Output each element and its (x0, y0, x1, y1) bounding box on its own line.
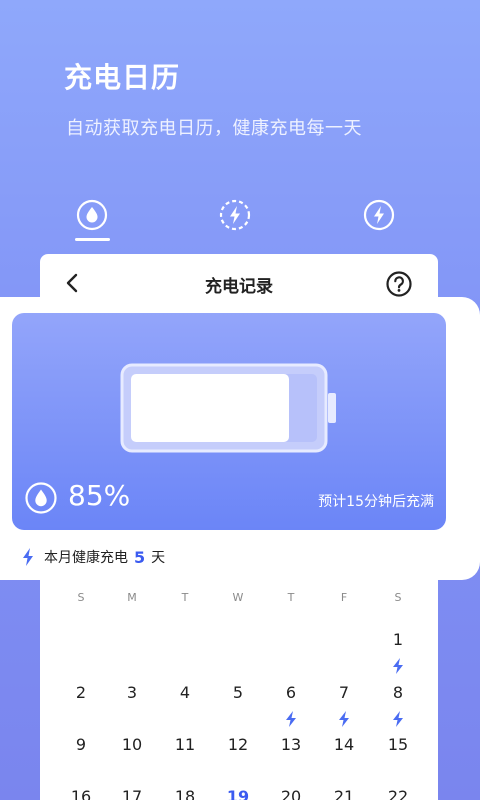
calendar-day[interactable]: 7 (324, 683, 364, 702)
healthy-count: 5 (134, 547, 146, 567)
healthy-prefix: 本月健康充电 (44, 550, 128, 566)
help-button[interactable] (385, 270, 413, 298)
calendar-day[interactable]: 3 (112, 683, 152, 702)
bolt-icon (23, 548, 33, 566)
calendar-day[interactable]: 14 (324, 735, 364, 754)
page-title: 充电日历 (64, 61, 181, 94)
battery-card: 85% 预计15分钟后充满 本月健康充电 5 天 (0, 297, 480, 580)
weekday-label: F (340, 591, 348, 604)
help-icon (386, 271, 412, 297)
page-subtitle: 自动获取充电日历，健康充电每一天 (66, 118, 362, 139)
calendar-week: 2 3 4 5 6 7 8 (40, 683, 438, 707)
weekday-header: S M T W T F S (40, 591, 438, 615)
weekday-label: T (181, 591, 189, 604)
weekday-label: W (232, 591, 244, 604)
battery-icon (120, 363, 340, 455)
calendar-day[interactable]: 9 (61, 735, 101, 754)
calendar-day[interactable]: 21 (324, 787, 364, 800)
weekday-label: S (77, 591, 85, 604)
active-tab-indicator (75, 238, 110, 241)
weekday-label: M (127, 591, 137, 604)
tab-bar (0, 198, 480, 246)
tab-drop[interactable] (75, 198, 109, 232)
charge-eta: 预计15分钟后充满 (318, 494, 434, 510)
weekday-label: S (394, 591, 402, 604)
calendar-day[interactable]: 13 (271, 735, 311, 754)
weekday-label: T (287, 591, 295, 604)
calendar-day[interactable]: 4 (165, 683, 205, 702)
calendar-day[interactable]: 5 (218, 683, 258, 702)
calendar-day[interactable]: 8 (378, 683, 418, 702)
battery-percent: 85% (68, 479, 131, 512)
calendar-day[interactable]: 11 (165, 735, 205, 754)
calendar-day[interactable]: 2 (61, 683, 101, 702)
calendar-day-today[interactable]: 19 (218, 787, 258, 800)
healthy-suffix: 天 (151, 550, 166, 566)
charged-bolt-icon (271, 711, 311, 729)
dashed-bolt-icon (219, 199, 251, 231)
bolt-circle-icon (363, 199, 395, 231)
charged-bolt-icon (378, 658, 418, 676)
charged-bolt-icon (324, 711, 364, 729)
battery-panel: 85% 预计15分钟后充满 (12, 313, 446, 530)
calendar-day[interactable]: 17 (112, 787, 152, 800)
drop-icon (24, 481, 58, 515)
charged-bolt-icon (378, 711, 418, 729)
calendar-day[interactable]: 18 (165, 787, 205, 800)
tab-charge-stats[interactable] (362, 198, 396, 232)
calendar-day[interactable]: 15 (378, 735, 418, 754)
calendar-day[interactable]: 10 (112, 735, 152, 754)
records-title: 充电记录 (205, 277, 273, 297)
calendar-day[interactable]: 22 (378, 787, 418, 800)
calendar-day[interactable]: 12 (218, 735, 258, 754)
drop-icon (76, 199, 108, 231)
calendar-week: 1 (40, 630, 438, 654)
tab-charge-plan[interactable] (218, 198, 252, 232)
calendar-day[interactable]: 6 (271, 683, 311, 702)
battery-fill (131, 374, 289, 442)
charge-calendar: S M T W T F S 1 2 3 4 5 6 7 8 9 10 11 12… (40, 580, 438, 800)
calendar-week: 9 10 11 12 13 14 15 (40, 735, 438, 759)
calendar-week: 16 17 18 19 20 21 22 (40, 787, 438, 800)
calendar-day[interactable]: 20 (271, 787, 311, 800)
calendar-day[interactable]: 1 (378, 630, 418, 649)
calendar-day[interactable]: 16 (61, 787, 101, 800)
healthy-charge-summary: 本月健康充电 5 天 (22, 545, 165, 569)
